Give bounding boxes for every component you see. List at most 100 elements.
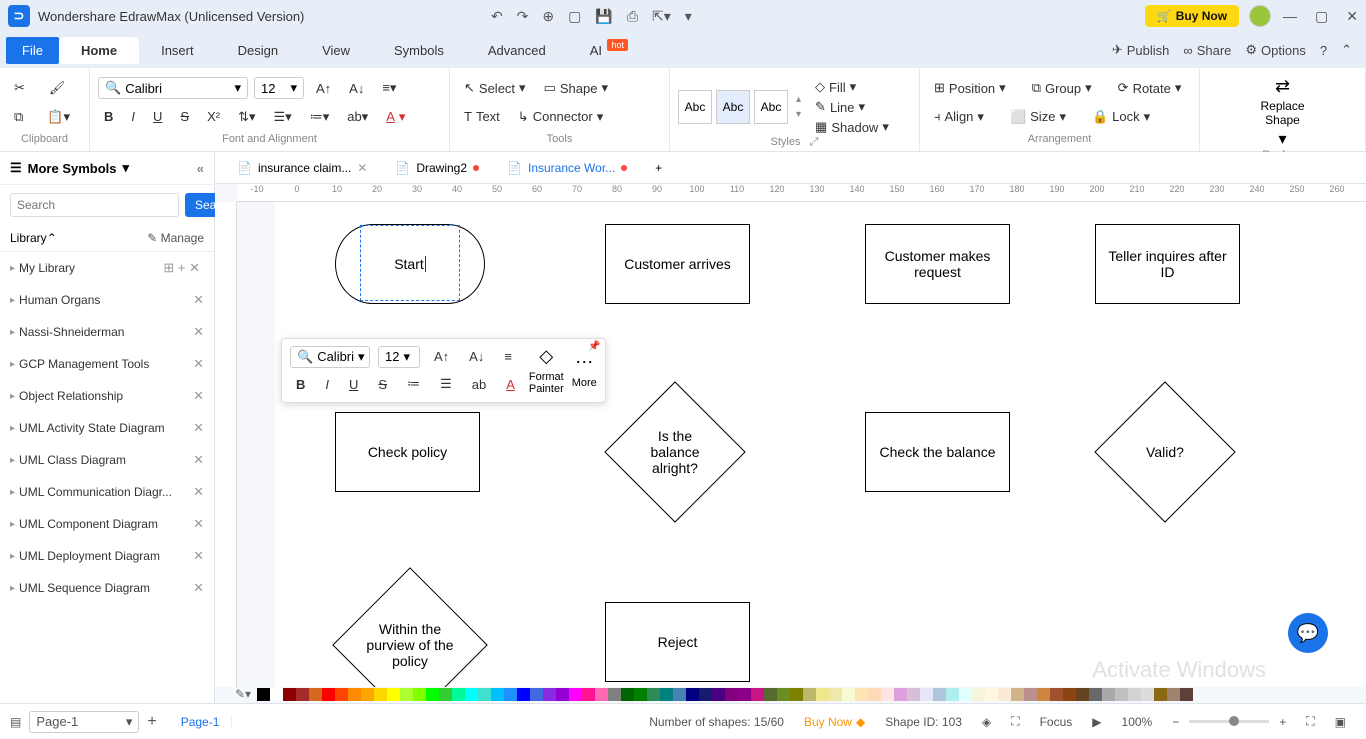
color-swatch[interactable]: [517, 688, 530, 701]
font-size-select[interactable]: 12 ▾: [254, 77, 304, 99]
more-symbols-header[interactable]: ☰ More Symbols▾ «: [0, 152, 214, 185]
shape-check-policy[interactable]: Check policy: [335, 412, 480, 492]
options-button[interactable]: ⚙ Options: [1245, 42, 1305, 58]
color-swatch[interactable]: [933, 688, 946, 701]
float-color-icon[interactable]: A: [500, 373, 521, 396]
color-swatch[interactable]: [1063, 688, 1076, 701]
menu-symbols[interactable]: Symbols: [372, 37, 466, 64]
library-item[interactable]: ▸UML Communication Diagr...✕: [0, 476, 214, 508]
decrease-font-icon[interactable]: A↓: [343, 77, 370, 100]
color-swatch[interactable]: [413, 688, 426, 701]
shape-reject[interactable]: Reject: [605, 602, 750, 682]
close-icon[interactable]: ✕: [1346, 8, 1358, 25]
spacing-icon[interactable]: ⇅▾: [232, 105, 261, 129]
manage-library-button[interactable]: ✎ Manage: [147, 231, 204, 245]
symbols-search-input[interactable]: [10, 193, 179, 217]
color-swatch[interactable]: [959, 688, 972, 701]
color-swatch[interactable]: [1037, 688, 1050, 701]
menu-file[interactable]: File: [6, 37, 59, 64]
color-swatch[interactable]: [998, 688, 1011, 701]
zoom-slider[interactable]: [1189, 720, 1269, 723]
add-tab-button[interactable]: +: [645, 155, 672, 181]
color-swatch[interactable]: [1076, 688, 1089, 701]
library-item[interactable]: ▸UML Sequence Diagram✕: [0, 572, 214, 604]
float-pin-icon[interactable]: 📌: [588, 341, 600, 352]
shape-customer-arrives[interactable]: Customer arrives: [605, 224, 750, 304]
document-tab[interactable]: 📄Drawing2: [385, 155, 489, 181]
focus-button[interactable]: Focus: [1030, 715, 1083, 729]
bold-icon[interactable]: B: [98, 105, 119, 128]
zoom-value[interactable]: 100%: [1112, 715, 1163, 729]
color-swatch[interactable]: [1089, 688, 1102, 701]
color-swatch[interactable]: [426, 688, 439, 701]
menu-ai[interactable]: AIhot: [568, 37, 624, 64]
color-swatch[interactable]: [829, 688, 842, 701]
color-swatch[interactable]: [556, 688, 569, 701]
color-swatch[interactable]: [790, 688, 803, 701]
shape-check-balance[interactable]: Check the balance: [865, 412, 1010, 492]
shape-start[interactable]: Start: [335, 224, 485, 304]
color-swatch[interactable]: [491, 688, 504, 701]
color-swatch[interactable]: [816, 688, 829, 701]
library-header[interactable]: Library: [10, 231, 47, 245]
color-swatch[interactable]: [530, 688, 543, 701]
shape-teller-inquires[interactable]: Teller inquires after ID: [1095, 224, 1240, 304]
color-swatch[interactable]: [621, 688, 634, 701]
color-swatch[interactable]: [764, 688, 777, 701]
menu-design[interactable]: Design: [216, 37, 300, 64]
color-swatch[interactable]: [595, 688, 608, 701]
menu-home[interactable]: Home: [59, 37, 139, 64]
minimize-icon[interactable]: —: [1283, 8, 1297, 25]
avatar[interactable]: [1249, 5, 1271, 27]
redo-icon[interactable]: ↷: [517, 8, 529, 25]
library-item[interactable]: ▸My Library⊞ + ✕: [0, 252, 214, 284]
shadow-button[interactable]: ▦ Shadow▾: [811, 118, 893, 136]
menu-view[interactable]: View: [300, 37, 372, 64]
cut-icon[interactable]: ✂: [8, 76, 31, 100]
color-swatch[interactable]: [738, 688, 751, 701]
size-button[interactable]: ⬜ Size▾: [1004, 105, 1072, 129]
color-swatch[interactable]: [296, 688, 309, 701]
library-item[interactable]: ▸Human Organs✕: [0, 284, 214, 316]
shape-customer-request[interactable]: Customer makes request: [865, 224, 1010, 304]
color-swatch[interactable]: [439, 688, 452, 701]
zoom-out-icon[interactable]: −: [1162, 715, 1189, 729]
style-preset-3[interactable]: Abc: [754, 90, 788, 124]
color-swatch[interactable]: [361, 688, 374, 701]
group-button[interactable]: ⧉ Group▾: [1026, 76, 1098, 100]
properties-panel-icon[interactable]: ▣: [1325, 715, 1356, 729]
color-swatch[interactable]: [374, 688, 387, 701]
text-tool[interactable]: T Text: [458, 105, 506, 128]
connector-tool[interactable]: ↳ Connector▾: [512, 105, 609, 129]
status-buy-now[interactable]: Buy Now ◆: [794, 715, 875, 729]
style-scroll-down[interactable]: ▾: [796, 109, 801, 120]
color-swatch[interactable]: [1011, 688, 1024, 701]
add-page-icon[interactable]: +: [147, 713, 156, 731]
copy-icon[interactable]: ⧉: [8, 105, 29, 129]
color-swatch[interactable]: [504, 688, 517, 701]
color-swatch[interactable]: [673, 688, 686, 701]
color-swatch[interactable]: [803, 688, 816, 701]
fullscreen-icon[interactable]: ⛶: [1296, 714, 1324, 729]
chat-fab[interactable]: 💬: [1288, 613, 1328, 653]
shape-valid[interactable]: Valid?: [1094, 381, 1235, 522]
color-swatch[interactable]: [322, 688, 335, 701]
fit-icon[interactable]: ⛶: [1001, 714, 1029, 729]
float-dec-font-icon[interactable]: A↓: [463, 345, 490, 368]
color-swatch[interactable]: [270, 688, 283, 701]
color-swatch[interactable]: [777, 688, 790, 701]
color-swatch[interactable]: [894, 688, 907, 701]
color-swatch[interactable]: [647, 688, 660, 701]
export-icon[interactable]: ⇱▾: [652, 8, 671, 25]
color-swatch[interactable]: [1141, 688, 1154, 701]
style-scroll-up[interactable]: ▴: [796, 94, 801, 105]
color-swatch[interactable]: [855, 688, 868, 701]
line-button[interactable]: ✎ Line▾: [811, 98, 893, 116]
lock-button[interactable]: 🔒 Lock▾: [1086, 105, 1156, 129]
color-swatch[interactable]: [452, 688, 465, 701]
float-strike-icon[interactable]: S: [372, 373, 393, 396]
line-spacing-icon[interactable]: ☰▾: [268, 105, 298, 129]
fill-button[interactable]: ◇ Fill▾: [811, 78, 893, 96]
color-swatch[interactable]: [387, 688, 400, 701]
buy-now-button[interactable]: 🛒 Buy Now: [1145, 5, 1239, 27]
